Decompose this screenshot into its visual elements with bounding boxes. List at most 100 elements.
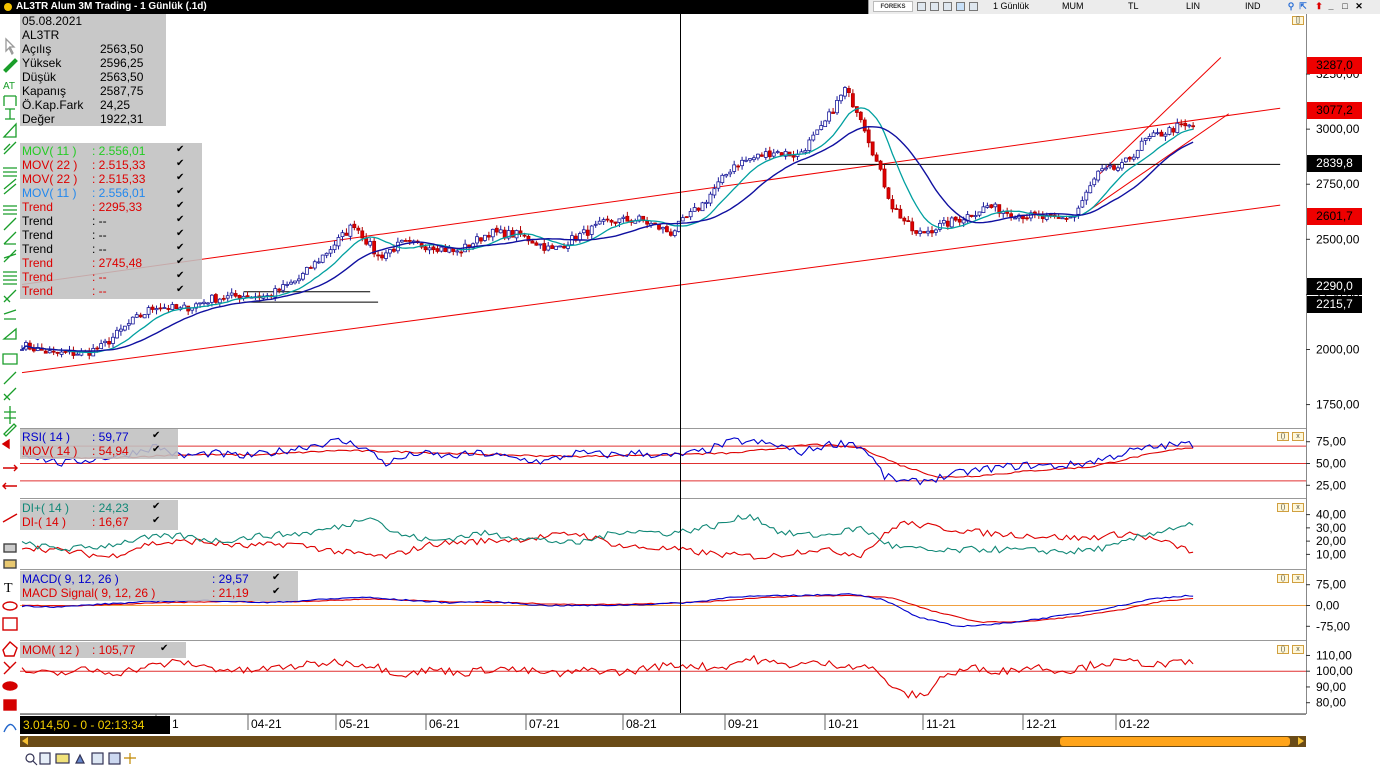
drawing-tools-icons[interactable]: AT T bbox=[0, 14, 20, 768]
rsi-visible-checkbox[interactable]: ✔ bbox=[152, 430, 160, 444]
grid-icon[interactable] bbox=[917, 2, 926, 11]
maximize-button[interactable]: □ bbox=[1339, 1, 1351, 12]
candle-body bbox=[661, 227, 665, 230]
candle-body bbox=[297, 278, 301, 282]
candle-body bbox=[63, 351, 68, 353]
indicator-visible-checkbox[interactable]: ✔ bbox=[176, 186, 184, 200]
info-label: Değer bbox=[22, 112, 55, 126]
rectangle-icon bbox=[2, 617, 18, 631]
settings-icon[interactable] bbox=[943, 2, 952, 11]
candle-body bbox=[906, 220, 911, 223]
chart-type-selector[interactable]: MUM bbox=[1062, 1, 1084, 11]
indicator-name: Trend bbox=[22, 228, 53, 242]
candle-body bbox=[210, 294, 214, 303]
candle-body bbox=[1191, 125, 1196, 128]
candle-body bbox=[376, 254, 380, 257]
link-icon[interactable] bbox=[956, 2, 965, 11]
period-selector[interactable]: 1 Günlük bbox=[993, 1, 1029, 11]
minimize-button[interactable]: _ bbox=[1325, 1, 1337, 12]
candle-body bbox=[202, 301, 206, 304]
candle-body bbox=[562, 245, 566, 249]
alarm-icon[interactable]: ⬆ bbox=[1313, 1, 1325, 12]
pointer-icon[interactable]: ⇱ bbox=[1297, 1, 1309, 12]
rsi-close-button[interactable]: x bbox=[1292, 432, 1304, 441]
brand-logo: FOREKS bbox=[873, 1, 913, 12]
price-tag: 2601,7 bbox=[1307, 208, 1362, 225]
candle-body bbox=[475, 236, 479, 244]
chart-icon[interactable] bbox=[930, 2, 939, 11]
candle-body bbox=[1159, 131, 1164, 137]
indicator-name: MOV( 11 ) bbox=[22, 144, 77, 158]
indicator-visible-checkbox[interactable]: ✔ bbox=[176, 256, 184, 270]
dmi-tick-label: 10,00 bbox=[1316, 547, 1346, 561]
info-label: Kapanış bbox=[22, 84, 67, 98]
dmi-visible-checkbox[interactable]: ✔ bbox=[152, 501, 160, 515]
indicator-name: Trend bbox=[22, 242, 53, 256]
close-button[interactable]: ✕ bbox=[1353, 1, 1365, 12]
indicator-visible-checkbox[interactable]: ✔ bbox=[176, 200, 184, 214]
candle-body bbox=[423, 246, 428, 251]
indicator-visible-checkbox[interactable]: ✔ bbox=[176, 214, 184, 228]
mom-settings-button[interactable]: () bbox=[1277, 645, 1289, 654]
retracement-icon bbox=[3, 205, 17, 215]
rsi-settings-button[interactable]: () bbox=[1277, 432, 1289, 441]
info-value: 2563,50 bbox=[100, 42, 144, 56]
candle-body bbox=[613, 221, 618, 224]
rsi-visible-checkbox[interactable]: ✔ bbox=[152, 444, 160, 458]
info-date: 05.08.2021 bbox=[22, 14, 83, 28]
candle-body bbox=[206, 302, 210, 305]
candle-body bbox=[945, 220, 950, 227]
indicator-value: : 2745,48 bbox=[92, 256, 143, 270]
indicator-visible-checkbox[interactable]: ✔ bbox=[176, 228, 184, 242]
indicator-visible-checkbox[interactable]: ✔ bbox=[176, 172, 184, 186]
price-tag: 2290,0 bbox=[1307, 278, 1362, 295]
indicator-visible-checkbox[interactable]: ✔ bbox=[176, 144, 184, 158]
window-icon bbox=[4, 2, 12, 11]
chart-canvas: 1750,002000,002250,002500,002750,003000,… bbox=[20, 14, 1360, 731]
mom-close-button[interactable]: x bbox=[1292, 645, 1304, 654]
candle-body bbox=[811, 134, 816, 141]
currency-selector[interactable]: TL bbox=[1128, 1, 1139, 11]
pin-icon[interactable]: ⚲ bbox=[1285, 1, 1297, 12]
dropdown-icon[interactable] bbox=[969, 2, 978, 11]
candle-body bbox=[304, 266, 309, 275]
macd-settings-button[interactable]: () bbox=[1277, 574, 1289, 583]
candle-body bbox=[969, 214, 974, 217]
candle-body bbox=[716, 181, 721, 189]
candle-body bbox=[1127, 156, 1132, 160]
scroll-left-icon[interactable] bbox=[22, 737, 28, 745]
candle-body bbox=[732, 164, 737, 172]
x-tick-label: 08-21 bbox=[626, 717, 657, 731]
rsi-tick-label: 75,00 bbox=[1316, 435, 1346, 449]
candle-body bbox=[712, 188, 717, 196]
indicator-visible-checkbox[interactable]: ✔ bbox=[176, 270, 184, 284]
arrow-up-icon bbox=[1, 438, 10, 450]
indicator-selector[interactable]: IND bbox=[1245, 1, 1261, 11]
candle-body bbox=[866, 129, 871, 144]
scale-selector[interactable]: LIN bbox=[1186, 1, 1200, 11]
main-panel-button[interactable]: [] bbox=[1292, 16, 1304, 25]
horizontal-scrollbar[interactable] bbox=[20, 736, 1306, 747]
info-value: 24,25 bbox=[100, 98, 131, 112]
dmi-close-button[interactable]: x bbox=[1292, 503, 1304, 512]
candle-body bbox=[1092, 178, 1097, 186]
indicator-visible-checkbox[interactable]: ✔ bbox=[176, 284, 184, 298]
scroll-right-button[interactable] bbox=[1293, 736, 1306, 747]
scroll-right-icon[interactable] bbox=[1298, 737, 1304, 745]
indicator-visible-checkbox[interactable]: ✔ bbox=[176, 158, 184, 172]
indicator-visible-checkbox[interactable]: ✔ bbox=[176, 242, 184, 256]
indicator-name: Trend bbox=[22, 270, 53, 284]
scroll-thumb[interactable] bbox=[1060, 737, 1290, 746]
macd-visible-checkbox[interactable]: ✔ bbox=[272, 586, 280, 600]
polygon-icon bbox=[2, 641, 18, 657]
mom-visible-checkbox[interactable]: ✔ bbox=[160, 643, 168, 657]
rsi-legend: RSI( 14 ): 59,77 ✔ MOV( 14 ): 54,94 ✔ bbox=[20, 429, 178, 459]
price-tag: 3287,0 bbox=[1307, 57, 1362, 74]
macd-tick-label: 75,00 bbox=[1316, 578, 1346, 592]
macd-visible-checkbox[interactable]: ✔ bbox=[272, 572, 280, 586]
curve-icon bbox=[3, 723, 17, 733]
candle-body bbox=[59, 351, 64, 355]
macd-close-button[interactable]: x bbox=[1292, 574, 1304, 583]
dmi-visible-checkbox[interactable]: ✔ bbox=[152, 515, 160, 529]
dmi-settings-button[interactable]: () bbox=[1277, 503, 1289, 512]
